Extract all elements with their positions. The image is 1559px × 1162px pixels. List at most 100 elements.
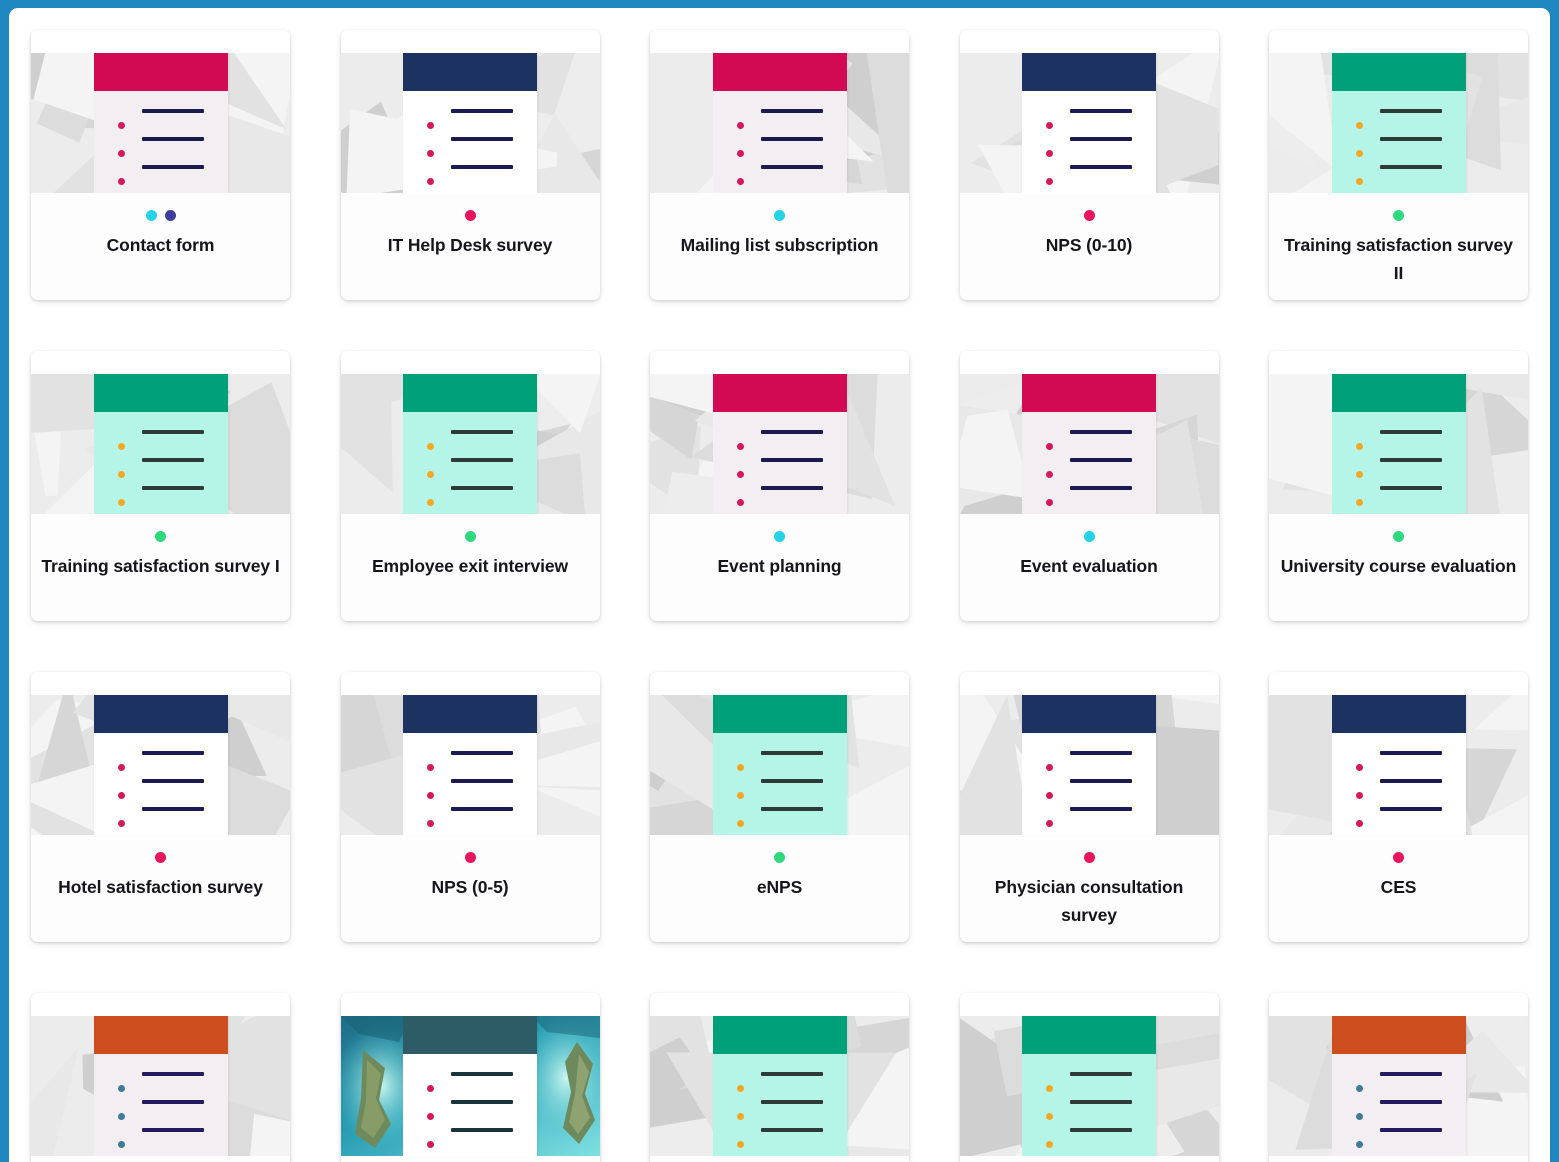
- form-preview-field-row: [1332, 161, 1466, 189]
- template-card[interactable]: [31, 993, 290, 1162]
- type-dot-green-icon: [1393, 531, 1404, 542]
- form-preview-field-row: [94, 133, 228, 161]
- form-preview-field-line: [141, 807, 204, 811]
- form-preview-bullet-icon: [117, 1141, 125, 1148]
- form-preview-header-band: [93, 53, 228, 91]
- template-card[interactable]: Event planning: [650, 351, 909, 621]
- form-preview-field-line: [760, 807, 823, 811]
- template-grid: Contact form IT Help Desk survey Mailing l…: [31, 30, 1528, 1162]
- template-card[interactable]: [959, 993, 1219, 1162]
- form-preview-bullet-icon: [1046, 1113, 1053, 1120]
- form-preview-field-line: [451, 1128, 513, 1132]
- form-preview-field-row: [1022, 1096, 1156, 1124]
- card-top-padding: [650, 993, 909, 1016]
- template-card[interactable]: [340, 993, 600, 1162]
- form-preview-document: [1022, 53, 1156, 193]
- form-preview-field-line: [451, 458, 513, 462]
- type-dot-pink-icon: [1083, 210, 1095, 221]
- template-card[interactable]: NPS (0-5): [340, 672, 600, 942]
- form-preview-field-row: [713, 161, 847, 189]
- form-preview-field-row: [403, 454, 537, 482]
- template-card[interactable]: Training satisfaction survey I: [31, 351, 290, 621]
- type-dot-green-icon: [155, 531, 166, 542]
- form-preview-field-line: [1379, 751, 1442, 755]
- form-preview-body: [403, 91, 537, 193]
- card-footer: CES: [1269, 835, 1528, 942]
- form-preview-document: [712, 53, 847, 193]
- form-preview-bullet-icon: [117, 764, 125, 771]
- template-card-title: eNPS: [756, 877, 803, 897]
- form-preview-header-band: [93, 695, 228, 733]
- type-dot-green-icon: [774, 852, 785, 863]
- form-preview-bullet-icon: [1355, 150, 1363, 157]
- template-type-dots: [464, 531, 476, 542]
- form-preview-field-row: [713, 775, 847, 803]
- template-card[interactable]: [1269, 993, 1528, 1162]
- form-preview-bullet-icon: [117, 1085, 125, 1092]
- form-preview-field-line: [1070, 1100, 1132, 1104]
- form-preview-field-row: [1022, 161, 1156, 189]
- template-card[interactable]: CES: [1269, 672, 1528, 942]
- form-preview-field-row: [94, 747, 228, 775]
- form-preview-header-band: [712, 374, 847, 412]
- template-card[interactable]: [650, 993, 909, 1162]
- form-preview-field-row: [403, 1068, 537, 1096]
- template-thumbnail: [650, 1016, 909, 1156]
- template-thumbnail: [650, 695, 909, 835]
- template-card[interactable]: Employee exit interview: [340, 351, 600, 621]
- form-preview-field-row: [403, 803, 537, 831]
- template-card[interactable]: Mailing list subscription: [650, 30, 909, 300]
- form-preview-bullet-icon: [1046, 178, 1053, 185]
- form-preview-field-row: [713, 133, 847, 161]
- form-preview-field-row: [94, 161, 228, 189]
- template-thumbnail: [340, 1016, 600, 1156]
- template-type-dots: [155, 852, 166, 863]
- form-preview-field-line: [451, 779, 513, 783]
- form-preview-document: [93, 695, 228, 835]
- card-footer: [340, 1156, 600, 1162]
- form-preview-bullet-icon: [736, 150, 744, 157]
- template-card[interactable]: Hotel satisfaction survey: [31, 672, 290, 942]
- template-card[interactable]: Training satisfaction survey II: [1269, 30, 1528, 300]
- app-frame: Contact form IT Help Desk survey Mailing l…: [0, 0, 1559, 1162]
- template-card[interactable]: IT Help Desk survey: [340, 30, 600, 300]
- template-card[interactable]: Event evaluation: [959, 351, 1219, 621]
- template-thumbnail: [650, 374, 909, 514]
- form-preview-document: [1331, 1016, 1466, 1156]
- form-preview-bullet-icon: [1355, 471, 1363, 478]
- form-preview-field-line: [141, 458, 204, 462]
- form-preview-bullet-icon: [117, 150, 125, 157]
- template-card[interactable]: Contact form: [31, 30, 290, 300]
- template-card-title: Contact form: [106, 235, 215, 255]
- form-preview-field-line: [451, 137, 513, 141]
- form-preview-bullet-icon: [736, 1141, 744, 1148]
- form-preview-bullet-icon: [1355, 1085, 1363, 1092]
- template-gallery-panel: Contact form IT Help Desk survey Mailing l…: [9, 8, 1550, 1162]
- form-preview-bullet-icon: [1355, 820, 1363, 827]
- template-card[interactable]: NPS (0-10): [959, 30, 1219, 300]
- template-card[interactable]: Physician consultation survey: [959, 672, 1219, 942]
- form-preview-bullet-icon: [427, 764, 434, 771]
- type-dot-pink-icon: [1083, 852, 1095, 863]
- card-footer: Hotel satisfaction survey: [31, 835, 290, 942]
- form-preview-field-line: [760, 1100, 823, 1104]
- form-preview-bullet-icon: [427, 820, 434, 827]
- form-preview-field-line: [1070, 751, 1132, 755]
- template-type-dots: [464, 210, 476, 221]
- form-preview-field-row: [403, 747, 537, 775]
- template-card[interactable]: University course evaluation: [1269, 351, 1528, 621]
- form-preview-header-band: [403, 374, 537, 412]
- form-preview-field-row: [1332, 1096, 1466, 1124]
- form-preview-field-line: [1379, 486, 1442, 490]
- form-preview-body: [1331, 412, 1466, 514]
- form-preview-field-row: [403, 133, 537, 161]
- form-preview-header-band: [403, 53, 537, 91]
- form-preview-field-line: [141, 430, 204, 434]
- form-preview-field-line: [141, 486, 204, 490]
- form-preview-body: [403, 412, 537, 514]
- template-type-dots: [774, 531, 785, 542]
- template-card[interactable]: eNPS: [650, 672, 909, 942]
- form-preview-field-row: [1332, 775, 1466, 803]
- form-preview-bullet-icon: [736, 178, 744, 185]
- template-type-dots: [1393, 852, 1404, 863]
